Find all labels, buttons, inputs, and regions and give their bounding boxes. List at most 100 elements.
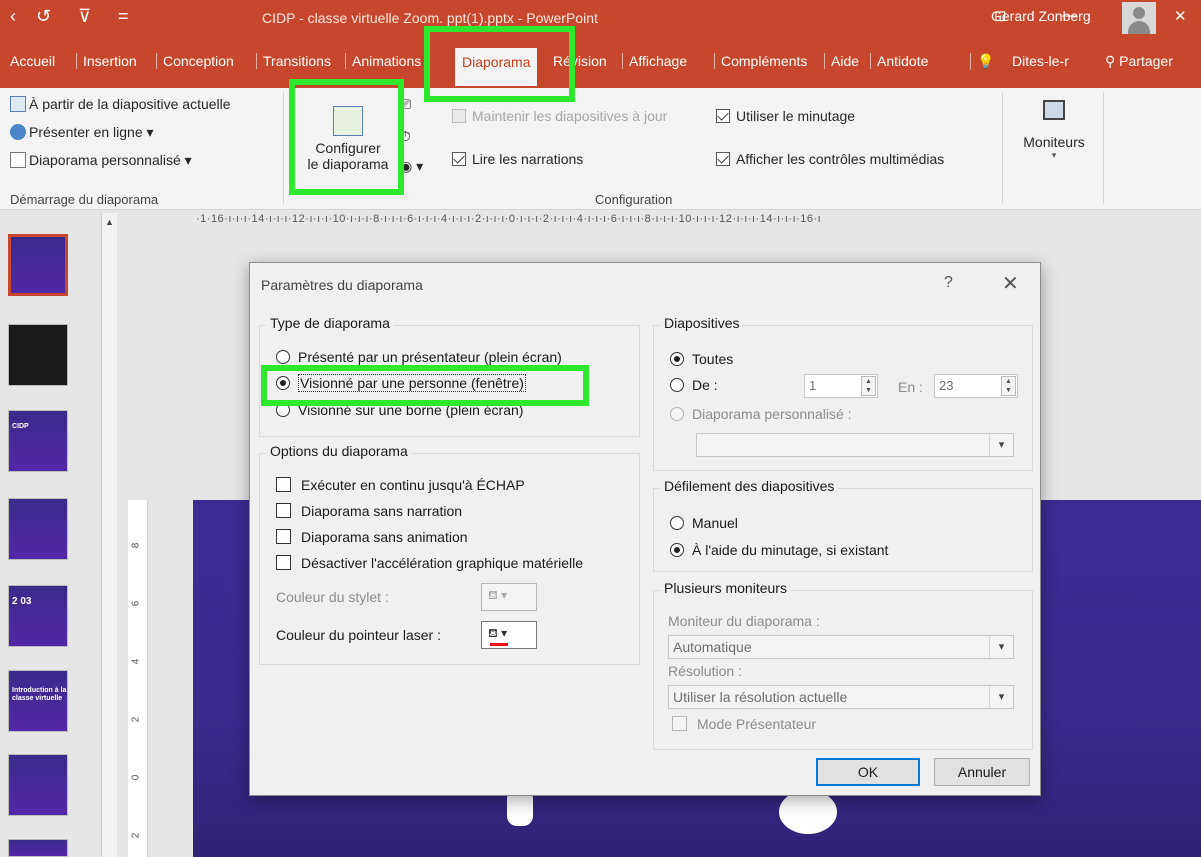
- start-slideshow-icon[interactable]: ⊽: [78, 6, 91, 27]
- undo-icon[interactable]: ↺: [36, 6, 51, 27]
- resolution-select: Utiliser la résolution actuelle ▾: [668, 685, 1014, 709]
- thumbnails-scrollbar[interactable]: ▲: [101, 213, 117, 857]
- minimize-button[interactable]: —: [1062, 7, 1077, 24]
- media-controls-box[interactable]: [716, 152, 730, 166]
- tab-conception[interactable]: Conception: [156, 53, 234, 69]
- tab-insertion[interactable]: Insertion: [76, 53, 137, 69]
- customize-toolbar-icon[interactable]: =: [118, 6, 129, 27]
- manual-radio[interactable]: Manuel: [670, 515, 738, 531]
- to-label: En :: [898, 379, 923, 395]
- monitor-select: Automatique ▾: [668, 635, 1014, 659]
- laser-color-picker[interactable]: ⛾ ▾: [481, 621, 537, 649]
- tab-complements[interactable]: Compléments: [714, 53, 807, 69]
- slide-thumbnail[interactable]: [8, 234, 68, 296]
- radio-timings[interactable]: [670, 543, 684, 557]
- media-controls-checkbox[interactable]: Afficher les contrôles multimédias: [716, 151, 944, 167]
- person-icon: ⚲: [1105, 53, 1120, 69]
- configure-slideshow-icon: [333, 106, 363, 136]
- from-slide-spinner[interactable]: 1 ▲ ▼: [804, 374, 878, 398]
- radio-presenter[interactable]: [276, 350, 290, 364]
- no-narration-box[interactable]: [276, 503, 291, 518]
- group-separator: [1002, 92, 1003, 204]
- radio-individual[interactable]: [276, 376, 290, 390]
- ribbon-display-icon[interactable]: ⊡: [994, 7, 1007, 25]
- read-narrations-box[interactable]: [452, 152, 466, 166]
- radio-all[interactable]: [670, 352, 684, 366]
- present-online-button[interactable]: Présenter en ligne ▾: [10, 124, 154, 141]
- radio-manual[interactable]: [670, 516, 684, 530]
- tab-revision[interactable]: Révision: [553, 53, 607, 69]
- group-separator: [283, 92, 284, 204]
- loop-box[interactable]: [276, 477, 291, 492]
- show-options-title: Options du diaporama: [266, 443, 412, 459]
- group-separator: [1103, 92, 1104, 204]
- show-type-individual-radio[interactable]: Visionné par une personne (fenêtre): [276, 374, 526, 392]
- tab-antidote[interactable]: Antidote: [870, 53, 928, 69]
- chevron-down-icon: ▾: [989, 686, 1013, 708]
- to-slide-spinner[interactable]: 23 ▲ ▼: [934, 374, 1018, 398]
- avatar[interactable]: [1122, 2, 1156, 34]
- configure-line2: le diaporama: [307, 156, 389, 172]
- radio-from[interactable]: [670, 378, 684, 392]
- slide-thumbnail[interactable]: [8, 839, 68, 857]
- use-timings-label: Utiliser le minutage: [736, 108, 856, 124]
- spinner-arrows-icon[interactable]: ▲ ▼: [1001, 376, 1016, 396]
- radio-kiosk[interactable]: [276, 403, 290, 417]
- slide-thumbnail[interactable]: [8, 498, 68, 560]
- no-animation-checkbox[interactable]: Diaporama sans animation: [276, 529, 468, 545]
- presenter-mode-box: [672, 716, 687, 731]
- disable-hw-accel-checkbox[interactable]: Désactiver l'accélération graphique maté…: [276, 555, 583, 571]
- tab-aide[interactable]: Aide: [824, 53, 859, 69]
- keep-updated-label: Maintenir les diapositives à jour: [472, 108, 668, 124]
- use-timings-box[interactable]: [716, 109, 730, 123]
- scroll-up-icon[interactable]: ▲: [105, 217, 114, 227]
- tab-animations[interactable]: Animations: [345, 53, 421, 69]
- slide-thumbnail[interactable]: Introduction à la classe virtuelle: [8, 670, 68, 732]
- help-icon[interactable]: ?: [944, 274, 953, 292]
- pen-color-picker: ⛾ ▾: [481, 583, 537, 611]
- slides-all-radio[interactable]: Toutes: [670, 351, 733, 367]
- show-type-kiosk-radio[interactable]: Visionné sur une borne (plein écran): [276, 402, 523, 418]
- loop-until-esc-checkbox[interactable]: Exécuter en continu jusqu'à ÉCHAP: [276, 477, 525, 493]
- share-button[interactable]: ⚲ Partager: [1105, 53, 1173, 70]
- spinner-arrows-icon[interactable]: ▲ ▼: [861, 376, 876, 396]
- slides-from-radio[interactable]: De :: [670, 377, 718, 393]
- ribbon-diaporama: À partir de la diapositive actuelle Prés…: [0, 88, 1201, 210]
- rehearse-timings-icon[interactable]: ⏱: [400, 128, 411, 145]
- resolution-label: Résolution :: [668, 663, 742, 679]
- from-current-slide-button[interactable]: À partir de la diapositive actuelle: [10, 96, 231, 112]
- ok-button[interactable]: OK: [816, 758, 920, 786]
- hide-slide-icon[interactable]: ⎚: [400, 96, 411, 113]
- start-group-label: Démarrage du diaporama: [10, 192, 159, 207]
- tab-transitions[interactable]: Transitions: [256, 53, 331, 69]
- tell-me-search[interactable]: Dites-le-r: [1012, 53, 1069, 69]
- configure-slideshow-button[interactable]: Configurer le diaporama: [300, 92, 396, 184]
- slides-title: Diapositives: [660, 315, 744, 331]
- cancel-button[interactable]: Annuler: [934, 758, 1030, 786]
- hw-accel-box[interactable]: [276, 555, 291, 570]
- close-window-button[interactable]: ✕: [1174, 7, 1187, 25]
- tab-affichage[interactable]: Affichage: [622, 53, 687, 69]
- slide-thumbnail[interactable]: 2 03: [8, 585, 68, 647]
- no-narration-checkbox[interactable]: Diaporama sans narration: [276, 503, 462, 519]
- horizontal-ruler: ·1·16·ı·ı·ı·14·ı·ı·ı·12·ı·ı·ı·10·ı·ı·ı·8…: [196, 213, 822, 225]
- monitor-icon: [1043, 100, 1065, 120]
- record-icon[interactable]: ◉ ▾: [400, 158, 423, 175]
- use-timings-radio[interactable]: À l'aide du minutage, si existant: [670, 542, 888, 558]
- slide-thumbnail[interactable]: [8, 754, 68, 816]
- slide-thumbnail[interactable]: CIDP: [8, 410, 68, 472]
- tab-diaporama[interactable]: Diaporama: [455, 48, 538, 86]
- custom-slideshow-button[interactable]: Diaporama personnalisé ▾: [10, 152, 192, 169]
- no-animation-box[interactable]: [276, 529, 291, 544]
- show-type-presenter-radio[interactable]: Présenté par un présentateur (plein écra…: [276, 349, 562, 365]
- read-narrations-checkbox[interactable]: Lire les narrations: [452, 151, 583, 167]
- monitors-button[interactable]: Moniteurs ▾: [1016, 98, 1092, 161]
- use-timings-checkbox[interactable]: Utiliser le minutage: [716, 108, 855, 124]
- lightbulb-icon[interactable]: 💡: [970, 53, 994, 70]
- laser-color-label: Couleur du pointeur laser :: [276, 627, 441, 643]
- monitor-label: Moniteur du diaporama :: [668, 613, 820, 629]
- tab-accueil[interactable]: Accueil: [10, 53, 55, 69]
- quick-access-menu-icon[interactable]: ‹: [10, 6, 16, 27]
- slide-thumbnail[interactable]: [8, 324, 68, 386]
- close-icon[interactable]: ✕: [1002, 271, 1019, 296]
